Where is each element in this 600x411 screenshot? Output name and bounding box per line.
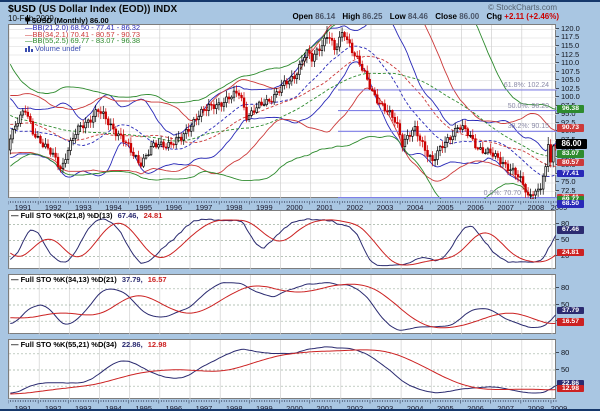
price-tick-label: 107.5 [561, 68, 580, 75]
year-axis-top: 1991199219931994199519961997199819992000… [8, 199, 600, 210]
stoch-tick-label: 50 [561, 236, 569, 243]
high-value: 86.25 [362, 12, 382, 21]
price-tick-label: 102.5 [561, 85, 580, 92]
close-label: Close [435, 12, 457, 21]
axis-value-box: 77.41 [557, 170, 584, 178]
stoch3-label: — Full STO %K(55,21) %D(34) [11, 340, 117, 349]
stoch1-label: — Full STO %K(21,8) %D(13) [11, 211, 113, 220]
stoch-tick-label: 80 [561, 349, 569, 356]
svg-text:1998: 1998 [226, 404, 243, 411]
svg-text:1991: 1991 [15, 404, 32, 411]
fib-label: 61.8%: 102.24 [504, 82, 549, 89]
stoch3-axis: 80502022.8612.98 [557, 339, 600, 399]
price-tick-label: 100.0 [561, 93, 580, 100]
low-label: Low [390, 12, 406, 21]
low-value: 84.46 [408, 12, 428, 21]
price-tick-label: 112.5 [561, 51, 579, 58]
stoch-d-box: 12.98 [557, 385, 584, 393]
year-axis-bottom-svg: 1991 1992 1993 1994 1995 1996 1997 1998 1999 2000… [8, 400, 600, 411]
month-ticks [8, 400, 556, 404]
price-tick-label: 105.0 [561, 76, 580, 83]
open-value: 86.14 [315, 12, 335, 21]
svg-text:1999: 1999 [256, 404, 273, 411]
chg-label: Chg [486, 12, 502, 21]
svg-text:1995: 1995 [135, 404, 152, 411]
axis-value-box: 96.38 [557, 105, 584, 113]
svg-text:2006: 2006 [467, 404, 484, 411]
price-tick-label: 117.5 [561, 33, 579, 40]
stoch-k-box: 37.79 [557, 307, 584, 315]
high-label: High [342, 12, 360, 21]
ohlc-quote: Open 86.14 High 86.25 Low 84.46 Close 86… [292, 12, 559, 21]
stoch-k-line [10, 283, 555, 331]
stoch-threshold-lines [9, 354, 557, 386]
year-axis-bottom: 1991 1992 1993 1994 1995 1996 1997 1998 1999 2000… [8, 400, 600, 411]
svg-text:1997: 1997 [196, 404, 213, 411]
open-label: Open [292, 12, 312, 21]
volume-legend: Volume undef [25, 45, 140, 53]
price-tick-label: 75.0 [561, 178, 576, 185]
symbol-description: (US Dollar Index (EOD)) INDX [36, 4, 177, 15]
close-value: 86.00 [459, 12, 479, 21]
svg-text:2008: 2008 [527, 404, 544, 411]
svg-text:2003: 2003 [377, 404, 394, 411]
svg-text:2004: 2004 [407, 404, 424, 411]
stoch1-k-value: 67.46, [118, 211, 139, 220]
axis-value-box: 68.50 [557, 200, 584, 208]
stoch2-label: — Full STO %K(34,13) %D(21) [11, 275, 117, 284]
stoch3-d-value: 12.98 [148, 340, 167, 349]
stoch-tick-label: 50 [561, 366, 569, 373]
svg-text:2002: 2002 [346, 404, 363, 411]
price-tick-label: 110.0 [561, 59, 579, 66]
svg-text:2001: 2001 [316, 404, 333, 411]
stoch2-axis: 80502037.7916.57 [557, 274, 600, 334]
stoch-d-box: 16.57 [557, 318, 584, 326]
svg-text:2000: 2000 [286, 404, 303, 411]
fib-label: 0.0%: 70.70 [484, 190, 521, 197]
axis-value-box: 83.07 [557, 150, 584, 158]
stoch-d-line [10, 220, 555, 265]
stoch3-svg [9, 340, 557, 400]
svg-text:2005: 2005 [437, 404, 454, 411]
stoch-d-box: 24.81 [557, 249, 584, 257]
fib-label: 50.0%: 96.20 [508, 103, 549, 110]
svg-text:1993: 1993 [75, 404, 92, 411]
stoch2-svg [9, 275, 557, 335]
axis-value-box: 80.57 [557, 159, 584, 167]
stoch1-legend: — Full STO %K(21,8) %D(13) 67.46, 24.81 [11, 211, 162, 220]
last-price-box: 86.00 [556, 139, 587, 149]
svg-text:1996: 1996 [165, 404, 182, 411]
year-labels: 1991 1992 1993 1994 1995 1996 1997 1998 1999 2000… [15, 404, 568, 411]
svg-text:2007: 2007 [497, 404, 514, 411]
stoch1-axis: 80502067.4624.81 [557, 210, 600, 269]
svg-text:1994: 1994 [105, 404, 122, 411]
stockcharts-monthly-usd-chart: $USD (US Dollar Index (EOD)) INDX 10-Feb… [0, 0, 600, 411]
stoch-tick-label: 80 [561, 284, 569, 291]
stoch3-k-value: 22.86, [122, 340, 143, 349]
stoch3-legend: — Full STO %K(55,21) %D(34) 22.86, 12.98 [11, 340, 167, 349]
price-tick-label: 72.5 [561, 187, 576, 194]
chg-value: +2.11 (+2.46%) [504, 12, 559, 21]
volume-legend-text: Volume undef [35, 44, 81, 53]
price-axis: 72.575.077.580.082.585.087.590.092.595.0… [557, 24, 600, 198]
svg-text:1992: 1992 [45, 404, 62, 411]
price-legend: $USD (Monthly) 86.00 —BB(21,2.0) 68.50 -… [25, 15, 140, 53]
stoch2-legend: — Full STO %K(34,13) %D(21) 37.79, 16.57 [11, 275, 167, 284]
axis-value-box: 90.73 [557, 124, 584, 132]
volume-bars-icon [25, 45, 33, 52]
stoch-d-line [10, 350, 555, 394]
svg-text:2009: 2009 [551, 404, 568, 411]
stoch2-d-value: 16.57 [148, 275, 167, 284]
stoch1-d-value: 24.81 [144, 211, 163, 220]
stoch-threshold-lines [9, 289, 557, 321]
price-tick-label: 120.0 [561, 25, 580, 32]
fib-label: 38.2%: 90.15 [508, 123, 549, 130]
price-tick-label: 115.0 [561, 42, 579, 49]
stoch-k-line [10, 219, 555, 266]
stoch2-k-value: 37.79, [122, 275, 143, 284]
stoch-k-box: 67.46 [557, 226, 584, 234]
copyright: © StockCharts.com [488, 3, 557, 12]
